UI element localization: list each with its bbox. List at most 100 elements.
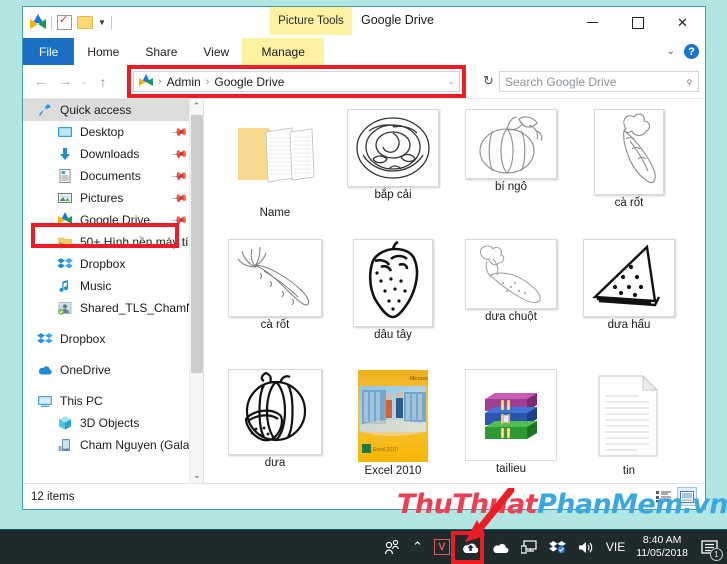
sidebar-item-dropbox-quick[interactable]: Dropbox: [23, 253, 203, 275]
file-item[interactable]: dâu tây: [334, 239, 452, 367]
sidebar-item-downloads[interactable]: Downloads 📌: [23, 143, 203, 165]
sidebar-item-label: Pictures: [80, 191, 124, 205]
large-icons-view-button[interactable]: [677, 487, 697, 506]
sidebar-item-shared-tls[interactable]: Shared_TLS_ChamNT: [23, 297, 203, 319]
sidebar-item-documents[interactable]: Documents 📌: [23, 165, 203, 187]
sidebar-item-quick-access[interactable]: Quick access: [23, 99, 203, 121]
sidebar-item-3d-objects[interactable]: 3D Objects: [23, 412, 203, 434]
sidebar-item-dropbox[interactable]: Dropbox: [23, 328, 203, 350]
file-item[interactable]: dưa: [216, 369, 334, 483]
file-item[interactable]: dưa hấu: [570, 239, 688, 367]
maximize-button[interactable]: [615, 7, 660, 38]
sidebar-item-music[interactable]: Music: [23, 275, 203, 297]
forward-button[interactable]: →: [53, 69, 77, 95]
file-item[interactable]: cà rốt: [570, 109, 688, 237]
recent-locations-icon[interactable]: ⌄: [77, 69, 91, 95]
svg-text:Excel 2010: Excel 2010: [373, 447, 398, 453]
window-controls: ✕: [570, 7, 705, 38]
action-center-icon[interactable]: 1: [699, 537, 723, 561]
network-icon[interactable]: [520, 539, 538, 555]
sidebar-item-google-drive[interactable]: Google Drive 📌: [23, 209, 203, 231]
show-hidden-icons-chevron-icon[interactable]: ⌃: [412, 539, 423, 555]
file-item[interactable]: bắp cải: [334, 109, 452, 237]
sidebar-gap-2: [23, 350, 203, 359]
new-folder-icon[interactable]: [77, 16, 93, 29]
scroll-down-arrow-icon[interactable]: ⌄: [190, 468, 203, 483]
pin-icon[interactable]: 📌: [171, 167, 190, 185]
tab-view[interactable]: View: [190, 38, 242, 65]
minimize-button[interactable]: [570, 7, 615, 38]
navigation-pane-scrollbar[interactable]: ⌃ ⌄: [189, 99, 203, 483]
breadcrumb-admin[interactable]: Admin: [167, 75, 201, 89]
refresh-icon[interactable]: ↻: [483, 73, 494, 89]
chevron-down-icon[interactable]: ⌄: [667, 46, 675, 57]
volume-icon[interactable]: [577, 540, 595, 555]
close-button[interactable]: ✕: [660, 7, 705, 38]
file-list-pane[interactable]: Name bắp cải bí ngô cà rốt cà rốt dâu tâ…: [204, 99, 705, 483]
address-dropdown-icon[interactable]: ⌄: [447, 76, 455, 87]
search-icon[interactable]: ⌕: [682, 74, 697, 89]
file-name: bắp cải: [374, 189, 412, 201]
file-item[interactable]: cà rốt: [216, 239, 334, 367]
details-view-button[interactable]: [653, 487, 673, 506]
tab-manage[interactable]: Manage: [242, 38, 325, 65]
dropbox-icon: [57, 256, 74, 272]
pin-icon[interactable]: 📌: [171, 123, 190, 141]
properties-icon[interactable]: [57, 13, 72, 30]
item-count-label: 12 items: [31, 490, 75, 503]
view-toggle-group: [653, 487, 697, 506]
sidebar-item-onedrive[interactable]: OneDrive: [23, 359, 203, 381]
search-input[interactable]: Search Google Drive ⌕: [499, 71, 699, 92]
dropbox-icon[interactable]: [549, 540, 566, 555]
window-title: Google Drive: [361, 13, 434, 27]
clock-time: 8:40 AM: [642, 534, 682, 546]
up-button[interactable]: ↑: [91, 69, 115, 95]
ribbon-tab-strip: File Home Share View Manage ⌄ ?: [23, 38, 705, 65]
google-drive-icon[interactable]: [29, 14, 46, 31]
file-name: dưa: [264, 457, 286, 469]
customize-caret-icon[interactable]: ▼: [98, 18, 106, 27]
people-icon[interactable]: [384, 539, 401, 556]
svg-text:Microsoft: Microsoft: [410, 376, 428, 382]
ribbon-right-controls: ⌄ ?: [667, 38, 699, 65]
shared-users-icon: [57, 300, 74, 316]
file-item[interactable]: Microsoft Excel 2010 Excel 2010: [334, 369, 452, 483]
clock[interactable]: 8:40 AM 11/05/2018: [636, 534, 688, 560]
tab-share[interactable]: Share: [132, 38, 190, 65]
sidebar-item-label: Desktop: [80, 125, 125, 139]
scroll-up-arrow-icon[interactable]: ⌃: [190, 99, 203, 114]
google-drive-icon: [57, 212, 74, 228]
input-language-indicator[interactable]: VIE: [606, 540, 625, 554]
file-item[interactable]: Name: [216, 109, 334, 237]
unikey-icon[interactable]: V: [433, 539, 450, 555]
help-icon[interactable]: ?: [684, 44, 699, 59]
tab-file[interactable]: File: [23, 38, 75, 65]
onedrive-icon[interactable]: [491, 540, 510, 555]
sidebar-item-pictures[interactable]: Pictures 📌: [23, 187, 203, 209]
sidebar-item-label: Downloads: [80, 147, 140, 161]
address-bar[interactable]: › Admin › Google Drive ⌄: [133, 71, 460, 92]
sidebar-item-label: This PC: [60, 394, 103, 408]
file-item[interactable]: bí ngô: [452, 109, 570, 237]
pin-icon[interactable]: 📌: [171, 211, 190, 229]
file-name: dưa hấu: [607, 319, 651, 331]
file-item[interactable]: tailieu: [452, 369, 570, 483]
notification-count-badge: 1: [710, 548, 723, 561]
google-drive-backup-sync-icon[interactable]: [461, 539, 480, 556]
sidebar-item-cham-nguyen-galaxy[interactable]: Cham Nguyen (Galaxy: [23, 434, 203, 456]
back-button[interactable]: ←: [29, 69, 53, 95]
breadcrumb-google-drive[interactable]: Google Drive: [214, 75, 284, 89]
sidebar-item-this-pc[interactable]: This PC: [23, 390, 203, 412]
sidebar-item-wallpapers[interactable]: 50+ Hình nền máy tính: [23, 231, 203, 253]
file-item[interactable]: dưa chuột: [452, 239, 570, 367]
pin-icon[interactable]: 📌: [171, 145, 190, 163]
sidebar-item-label: 3D Objects: [80, 416, 140, 430]
scrollbar-thumb[interactable]: [191, 115, 203, 373]
sidebar-item-label: 50+ Hình nền máy tính: [80, 235, 202, 249]
sidebar-item-desktop[interactable]: Desktop 📌: [23, 121, 203, 143]
image-thumbnail-cabbage: [347, 109, 439, 187]
file-item[interactable]: tin: [570, 369, 688, 483]
tab-home[interactable]: Home: [74, 38, 132, 65]
documents-icon: [57, 168, 74, 184]
pin-icon[interactable]: 📌: [171, 189, 190, 207]
